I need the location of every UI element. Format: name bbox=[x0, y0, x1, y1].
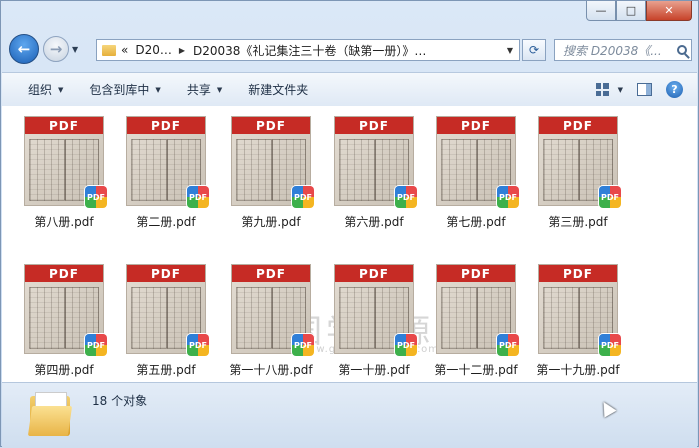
recent-pages-dropdown[interactable]: ▼ bbox=[72, 45, 78, 54]
file-name: 第一十册.pdf bbox=[338, 363, 410, 377]
file-name: 第四册.pdf bbox=[34, 363, 94, 377]
item-count: 18 个对象 bbox=[92, 394, 148, 408]
arrow-left-icon: ← bbox=[17, 40, 31, 58]
pdf-band: PDF bbox=[232, 117, 310, 134]
navigation-buttons: ← → ▼ bbox=[9, 34, 78, 64]
search-box[interactable]: 搜索 D20038《... bbox=[554, 39, 692, 61]
file-name: 第三册.pdf bbox=[548, 215, 608, 229]
file-name: 第一十八册.pdf bbox=[229, 363, 313, 377]
pdf-app-icon: PDF bbox=[497, 186, 519, 208]
chevron-down-icon: ▼ bbox=[216, 85, 223, 94]
pdf-band: PDF bbox=[539, 117, 617, 134]
breadcrumb-separator-icon[interactable]: ▶ bbox=[179, 46, 185, 55]
preview-pane-icon bbox=[637, 83, 652, 96]
file-name: 第七册.pdf bbox=[446, 215, 506, 229]
pdf-band: PDF bbox=[335, 265, 413, 282]
pdf-band: PDF bbox=[539, 265, 617, 282]
pdf-band: PDF bbox=[437, 117, 515, 134]
pdf-app-icon: PDF bbox=[292, 186, 314, 208]
pdf-band: PDF bbox=[25, 265, 103, 282]
pdf-band: PDF bbox=[25, 117, 103, 134]
file-name: 第九册.pdf bbox=[241, 215, 301, 229]
pdf-app-icon: PDF bbox=[599, 334, 621, 356]
arrow-right-icon: → bbox=[49, 40, 63, 58]
file-name: 第一十二册.pdf bbox=[434, 363, 518, 377]
views-icon bbox=[595, 83, 609, 96]
new-folder-button[interactable]: 新建文件夹 bbox=[248, 81, 308, 98]
help-icon: ? bbox=[666, 81, 683, 98]
include-library-label: 包含到库中 bbox=[89, 83, 150, 97]
file-name: 第五册.pdf bbox=[136, 363, 196, 377]
preview-pane-button[interactable] bbox=[637, 83, 652, 96]
close-button[interactable]: ✕ bbox=[646, 1, 692, 21]
pdf-app-icon: PDF bbox=[85, 186, 107, 208]
pdf-band: PDF bbox=[127, 265, 205, 282]
address-bar[interactable]: « D20… ▶ D20038《礼记集注三十卷（缺第一册）》… ▼ bbox=[96, 39, 520, 61]
chevron-down-icon: ▼ bbox=[58, 85, 64, 94]
share-label: 共享 bbox=[186, 83, 211, 97]
organize-menu[interactable]: 组织 ▼ bbox=[28, 81, 63, 98]
breadcrumb-item[interactable]: D20… bbox=[135, 43, 172, 57]
change-view-button[interactable]: ▼ bbox=[595, 83, 623, 96]
organize-label: 组织 bbox=[28, 83, 53, 97]
pdf-band: PDF bbox=[437, 265, 515, 282]
pdf-app-icon: PDF bbox=[85, 334, 107, 356]
address-dropdown-icon[interactable]: ▼ bbox=[507, 46, 513, 55]
chevron-down-icon: ▼ bbox=[155, 85, 161, 94]
refresh-icon: ⟳ bbox=[528, 43, 540, 57]
pdf-app-icon: PDF bbox=[599, 186, 621, 208]
back-button[interactable]: ← bbox=[9, 34, 39, 64]
pdf-band: PDF bbox=[127, 117, 205, 134]
pdf-app-icon: PDF bbox=[497, 334, 519, 356]
folder-icon bbox=[102, 44, 116, 56]
folder-icon bbox=[27, 392, 73, 438]
details-pane: 18 个对象 bbox=[2, 382, 697, 448]
pdf-app-icon: PDF bbox=[187, 334, 209, 356]
explorer-window: — □ ✕ ← → ▼ « D20… ▶ D20038《礼记集注三十卷（缺第一册… bbox=[0, 0, 699, 448]
mouse-cursor-icon bbox=[597, 398, 617, 418]
pdf-band: PDF bbox=[232, 265, 310, 282]
search-icon bbox=[677, 45, 687, 55]
pdf-app-icon: PDF bbox=[395, 334, 417, 356]
file-list-pane[interactable]: 国 国学资源网 www.guoxueziyuan.com PDFPDF第八册.p… bbox=[2, 106, 697, 382]
pdf-app-icon: PDF bbox=[292, 334, 314, 356]
breadcrumb-overflow[interactable]: « bbox=[121, 43, 128, 57]
command-bar: 组织 ▼ 包含到库中 ▼ 共享 ▼ 新建文件夹 ▼ ? bbox=[2, 72, 697, 107]
file-name: 第八册.pdf bbox=[34, 215, 94, 229]
chevron-down-icon[interactable]: ▼ bbox=[618, 86, 623, 94]
pdf-band: PDF bbox=[335, 117, 413, 134]
forward-button[interactable]: → bbox=[43, 36, 69, 62]
file-name: 第二册.pdf bbox=[136, 215, 196, 229]
file-name: 第六册.pdf bbox=[344, 215, 404, 229]
pdf-app-icon: PDF bbox=[395, 186, 417, 208]
refresh-button[interactable]: ⟳ bbox=[522, 39, 546, 61]
share-menu[interactable]: 共享 ▼ bbox=[187, 81, 222, 98]
maximize-button[interactable]: □ bbox=[616, 1, 646, 21]
window-controls: — □ ✕ bbox=[586, 1, 692, 21]
minimize-button[interactable]: — bbox=[586, 1, 616, 21]
file-name: 第一十九册.pdf bbox=[536, 363, 620, 377]
include-in-library-menu[interactable]: 包含到库中 ▼ bbox=[89, 81, 160, 98]
new-folder-label: 新建文件夹 bbox=[248, 83, 309, 97]
help-button[interactable]: ? bbox=[666, 81, 683, 98]
breadcrumb-current[interactable]: D20038《礼记集注三十卷（缺第一册）》… bbox=[193, 42, 426, 59]
pdf-app-icon: PDF bbox=[187, 186, 209, 208]
search-input[interactable]: 搜索 D20038《... bbox=[563, 42, 671, 59]
